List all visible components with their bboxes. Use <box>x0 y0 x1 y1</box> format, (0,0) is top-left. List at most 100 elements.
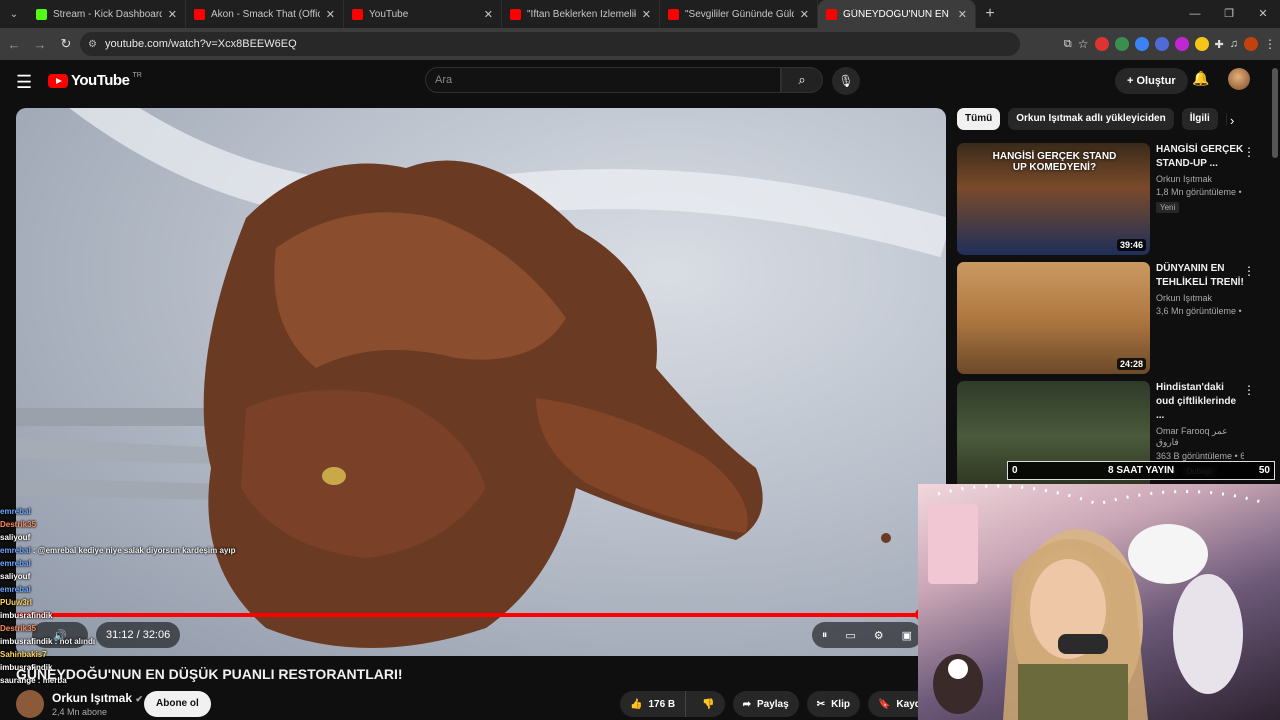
browser-tab[interactable]: YouTube ✕ <box>344 0 502 28</box>
recommendation-title[interactable]: Hindistan'daki oud çiftliklerinde ... <box>1156 381 1244 423</box>
filter-chip[interactable]: İlgili <box>1181 108 1218 130</box>
scrollbar-thumb[interactable] <box>1272 68 1278 158</box>
back-icon[interactable]: ← <box>2 37 26 52</box>
site-info-icon[interactable]: ⚙ <box>88 39 97 50</box>
chat-username[interactable]: emrebal <box>0 507 31 516</box>
browser-tab[interactable]: Akon - Smack That (Official ✕ <box>186 0 344 28</box>
tab-favicon-icon <box>668 8 679 20</box>
channel-avatar[interactable] <box>16 690 44 718</box>
search-icon: ⌕ <box>798 72 806 87</box>
browser-tab[interactable]: GÜNEYDOĞU'NUN EN DÜŞ ✕ <box>818 0 976 28</box>
tab-close-icon[interactable]: ✕ <box>484 8 493 21</box>
dislike-button[interactable]: 👎 <box>692 699 724 710</box>
chat-username[interactable]: saliyouf <box>0 533 30 542</box>
chat-message: emrebal : @emrebal kediye niye salak diy… <box>0 546 236 555</box>
account-avatar[interactable] <box>1228 68 1250 90</box>
extension-icon-4[interactable] <box>1154 37 1169 51</box>
subscribe-button[interactable]: Abone ol <box>144 691 211 717</box>
duration-badge: 39:46 <box>1116 239 1146 251</box>
tab-close-icon[interactable]: ✕ <box>168 8 177 21</box>
recommendation-thumbnail[interactable]: HANGİSİ GERÇEK STAND UP KOMEDYENİ? 39:46 <box>957 143 1150 255</box>
search-button[interactable]: ⌕ <box>781 67 823 93</box>
chat-username[interactable]: emrebal <box>0 559 31 568</box>
youtube-logo[interactable]: YouTube TR <box>48 72 142 89</box>
more-options-icon[interactable]: ⋮ <box>1243 145 1255 159</box>
share-icon: ➦ <box>742 698 751 710</box>
chat-username[interactable]: saliyouf <box>0 572 30 581</box>
filter-chip[interactable]: Size <box>1225 108 1227 130</box>
chat-message: Destrik35 <box>0 518 260 531</box>
chat-message: PUuw3rl <box>0 596 260 609</box>
extension-icon-2[interactable] <box>1114 37 1129 51</box>
menu-hamburger-icon[interactable]: ☰ <box>16 72 32 93</box>
country-code: TR <box>132 72 142 79</box>
more-options-icon[interactable]: ⋮ <box>1243 264 1255 278</box>
extension-icon-5[interactable] <box>1174 37 1189 51</box>
chat-username[interactable]: Destrik35 <box>0 624 36 633</box>
channel-name[interactable]: Orkun Işıtmak ✔ <box>52 691 143 705</box>
theater-mode-icon[interactable]: ▣ <box>902 629 912 642</box>
notifications-bell-icon[interactable]: 🔔 <box>1192 70 1209 87</box>
mic-icon: 🎙 <box>838 74 854 88</box>
url-field[interactable]: ⚙ youtube.com/watch?v=Xcx8BEEW6EQ <box>80 32 1020 56</box>
minimize-icon[interactable]: — <box>1178 0 1212 28</box>
browser-tab[interactable]: Stream - Kick Dashboard ✕ <box>28 0 186 28</box>
recommendation-item[interactable]: 24:28 DÜNYANIN EN TEHLİKELİ TRENİ! Orkun I… <box>957 262 1257 376</box>
recommendation-thumbnail[interactable]: 24:28 <box>957 262 1150 374</box>
recommendation-info: HANGİSİ GERÇEK STAND-UP ... Orkun Işıtmak… <box>1156 143 1244 215</box>
chat-username[interactable]: Destrik35 <box>0 520 36 529</box>
extension-icon-3[interactable] <box>1134 37 1149 51</box>
recommendation-meta: 363 B görüntüleme • 6 gü... <box>1156 451 1244 461</box>
new-tab-button[interactable]: + <box>976 5 1004 23</box>
tab-search-icon[interactable]: ⌄ <box>0 0 28 28</box>
tab-close-icon[interactable]: ✕ <box>326 8 335 21</box>
filter-chip[interactable]: Orkun Işıtmak adlı yükleyiciden <box>1008 108 1174 130</box>
recommendation-title[interactable]: HANGİSİ GERÇEK STAND-UP ... <box>1156 143 1244 171</box>
chat-username[interactable]: PUuw3rl <box>0 598 32 607</box>
forward-icon[interactable]: → <box>28 37 52 52</box>
create-button[interactable]: + Oluştur <box>1115 68 1188 94</box>
thumbs-down-icon: 👎 <box>702 698 715 710</box>
voice-search-button[interactable]: 🎙 <box>832 67 860 95</box>
like-button[interactable]: 👍 176 B <box>620 691 687 717</box>
recommendation-channel[interactable]: Omar Farooq عمر فاروق <box>1156 426 1244 448</box>
search-input[interactable]: Ara <box>425 67 781 93</box>
chevron-right-icon[interactable]: › <box>1230 113 1234 128</box>
close-window-icon[interactable]: ✕ <box>1246 0 1280 28</box>
bookmark-star-icon[interactable]: ☆ <box>1078 37 1089 51</box>
cast-icon[interactable]: ⧉ <box>1064 38 1072 51</box>
tab-close-icon[interactable]: ✕ <box>642 8 651 21</box>
bookmark-icon: 🔖 <box>877 698 891 710</box>
chat-username[interactable]: emrebal <box>0 546 31 555</box>
recommendation-channel[interactable]: Orkun Işıtmak <box>1156 174 1244 184</box>
clip-button[interactable]: ✂ Klip <box>806 691 860 717</box>
tab-close-icon[interactable]: ✕ <box>800 8 809 21</box>
restore-icon[interactable]: ❐ <box>1212 0 1246 28</box>
browser-tab[interactable]: "İftan Beklerken İzlemelik Edit" ✕ <box>502 0 660 28</box>
profile-icon[interactable] <box>1244 37 1258 51</box>
browser-tab[interactable]: "Sevgililer Gününde Güldüren Eş ✕ <box>660 0 818 28</box>
chat-username[interactable]: imbusrafindik <box>0 611 52 620</box>
reload-icon[interactable]: ↻ <box>54 36 78 52</box>
tab-favicon-icon <box>36 8 47 20</box>
recommendation-item[interactable]: HANGİSİ GERÇEK STAND UP KOMEDYENİ? 39:46 H… <box>957 143 1257 257</box>
filter-chip[interactable]: Tümü <box>957 108 1001 130</box>
extension-icon-6[interactable] <box>1194 37 1209 51</box>
extension-icon-1[interactable] <box>1094 37 1109 51</box>
chat-username[interactable]: Sahinbakis7 <box>0 650 47 659</box>
browser-menu-icon[interactable]: ⋮ <box>1264 37 1276 51</box>
recommendation-title[interactable]: DÜNYANIN EN TEHLİKELİ TRENİ! <box>1156 262 1244 290</box>
chat-username[interactable]: imbusrafindik <box>0 637 52 646</box>
more-options-icon[interactable]: ⋮ <box>1243 383 1255 397</box>
extensions-puzzle-icon[interactable]: ✚ <box>1215 38 1224 51</box>
autoplay-toggle-icon[interactable]: ⏸ <box>822 629 828 642</box>
media-control-icon[interactable]: ♫ <box>1230 38 1238 50</box>
recommendation-info: DÜNYANIN EN TEHLİKELİ TRENİ! Orkun Işıtma… <box>1156 262 1244 316</box>
settings-gear-icon[interactable]: ⚙ <box>874 629 884 642</box>
subtitles-icon[interactable]: ▭ <box>845 629 855 642</box>
tab-close-icon[interactable]: ✕ <box>958 8 967 21</box>
recommendation-channel[interactable]: Orkun Işıtmak <box>1156 293 1244 303</box>
page-scrollbar[interactable] <box>1272 60 1278 720</box>
chat-username[interactable]: emrebal <box>0 585 31 594</box>
share-button[interactable]: ➦ Paylaş <box>732 691 799 717</box>
